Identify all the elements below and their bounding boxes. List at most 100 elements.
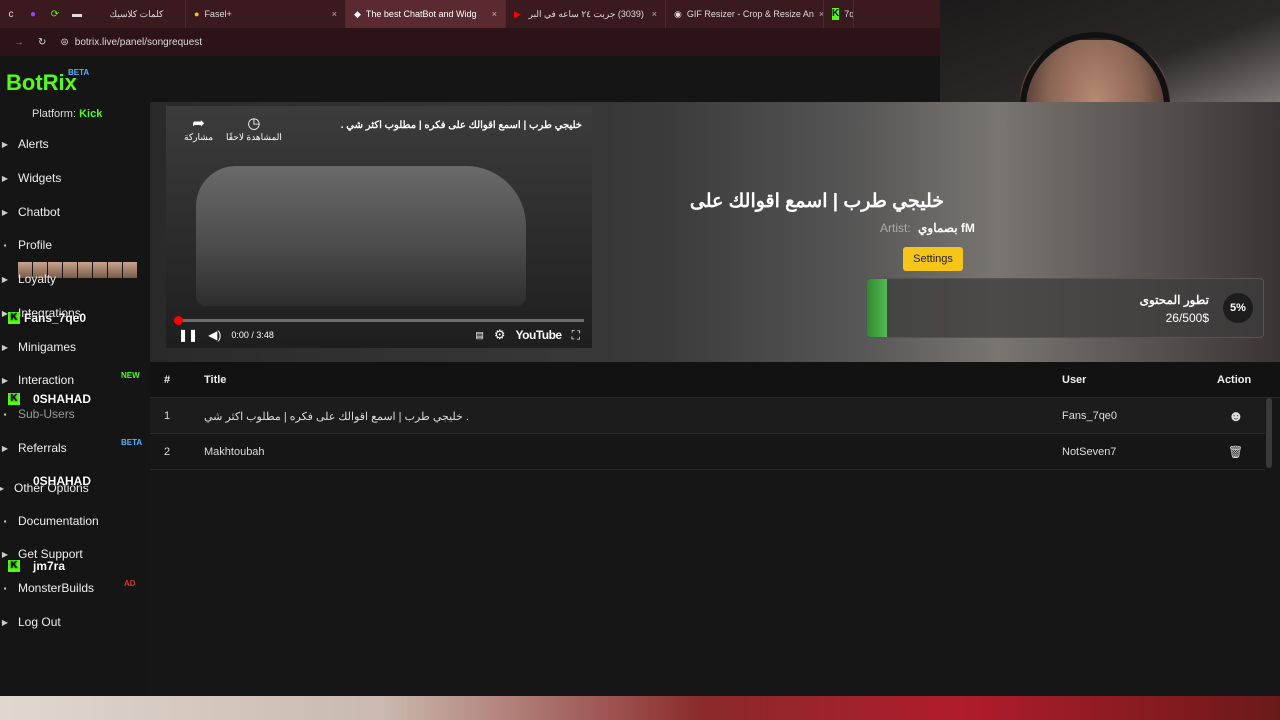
close-icon[interactable]: × — [652, 9, 657, 19]
video-title[interactable]: خليجي طرب | اسمع اقوالك على فكره | مطلوب… — [341, 120, 582, 131]
gif-tab-icon: ◉ — [674, 8, 682, 19]
chat-username: 0SHAHAD — [33, 392, 92, 406]
sidebar-item-label: Profile — [18, 238, 53, 252]
reload-icon[interactable]: ↻ — [38, 37, 46, 48]
stream-overlay-bottom — [0, 696, 1280, 720]
chevron-right-icon: ▶ — [1, 274, 9, 284]
sidebar-item-loyalty[interactable]: ▶ Loyalty — [0, 269, 148, 289]
kick-tab-icon: K — [832, 8, 840, 20]
pause-icon[interactable]: ❚❚ — [178, 328, 198, 342]
chevron-right-icon: ▶ — [1, 139, 9, 149]
sidebar-item-label: Chatbot — [18, 205, 61, 219]
tab-icon-c[interactable]: c — [0, 0, 22, 28]
beta-badge: BETA — [68, 68, 90, 77]
sidebar-item-label: Widgets — [18, 171, 62, 185]
table-header: # Title User Action — [150, 362, 1280, 398]
kick-icon: K — [8, 393, 20, 405]
chat-username: Fans_7qe0 — [24, 311, 87, 325]
settings-button[interactable]: Settings — [903, 247, 963, 271]
sidebar-item-label: Log Out — [18, 615, 61, 629]
chat-username: jm7ra — [33, 559, 66, 573]
volume-icon[interactable]: ◀) — [208, 328, 221, 342]
tab-title: GIF Resizer - Crop & Resize An — [686, 9, 814, 19]
browser-tab[interactable]: كلمات كلاسيك — [88, 0, 186, 28]
sidebar-item-label: Loyalty — [18, 272, 57, 286]
users-icon: ▪ — [3, 409, 7, 419]
table-scrollbar[interactable] — [1266, 398, 1272, 468]
user-icon: ▪ — [3, 240, 7, 250]
sidebar-item-label: Documentation — [18, 514, 99, 528]
player-controls: ❚❚ ◀) 0:00 / 3:48 ▤ ⚙ YouTube ⛶ — [166, 322, 592, 348]
sidebar-item-chatbot[interactable]: ▶ Chatbot — [0, 202, 148, 222]
tab-title: The best ChatBot and Widg — [365, 9, 477, 19]
close-icon[interactable]: × — [332, 9, 337, 19]
subtitles-icon[interactable]: ▤ — [475, 330, 484, 341]
botrix-tab-icon: ◆ — [354, 8, 361, 19]
fullscreen-icon[interactable]: ⛶ — [572, 328, 580, 343]
url-text[interactable]: botrix.live/panel/songrequest — [75, 37, 202, 48]
browser-tab-active[interactable]: ◆ The best ChatBot and Widg × — [346, 0, 506, 28]
browser-tab[interactable]: ◉ GIF Resizer - Crop & Resize An × — [666, 0, 824, 28]
watch-later-button[interactable]: ◷ المشاهدة لاحقًا — [226, 114, 282, 143]
clock-icon: ◷ — [247, 115, 261, 132]
chevron-right-icon: ▶ — [1, 443, 9, 453]
chevron-right-icon: ▶ — [1, 617, 9, 627]
platform-label: Platform: — [32, 108, 77, 120]
browser-tab[interactable]: ▶ (3039) جربت ٢٤ ساعه في البر لحا × — [506, 0, 666, 28]
sidebar-item-label: Alerts — [18, 137, 49, 151]
new-badge: NEW — [121, 371, 140, 380]
artist-value: بصماوي fM — [918, 221, 975, 235]
sidebar-item-minigames[interactable]: ▶ Minigames — [0, 337, 148, 357]
beta-badge: BETA — [121, 438, 143, 447]
chevron-right-icon: ▶ — [1, 549, 9, 559]
col-header-user: User — [1062, 374, 1087, 386]
chevron-right-icon: ▶ — [1, 375, 9, 385]
sidebar-item-log-out[interactable]: ▶ Log Out — [0, 612, 148, 632]
video-time: 0:00 / 3:48 — [231, 330, 274, 340]
browser-tab[interactable]: ● Fasel+ × — [186, 0, 346, 28]
tab-icon-twitch[interactable]: ● — [22, 0, 44, 28]
platform-indicator: Platform: Kick — [32, 108, 102, 120]
goal-title: تطور المحتوى — [1139, 293, 1209, 307]
song-title: خليجي طرب | اسمع اقوالك على فكره | مطلوب… — [684, 191, 944, 212]
doc-icon: ▪ — [3, 516, 7, 526]
chevron-right-icon: ▶ — [1, 342, 9, 352]
chat-message: K 0SHAHAD — [8, 392, 91, 406]
artist-info: Artist: بصماوي fM — [880, 221, 975, 235]
sidebar-item-alerts[interactable]: ▶ Alerts — [0, 134, 148, 154]
artist-label: Artist: — [880, 221, 911, 235]
goal-percent: 5% — [1223, 293, 1253, 323]
video-frame — [196, 166, 526, 306]
close-icon[interactable]: × — [492, 9, 497, 19]
youtube-player[interactable]: خليجي طرب | اسمع اقوالك على فكره | مطلوب… — [166, 106, 592, 348]
sidebar-item-label: Referrals — [18, 441, 67, 455]
tab-icon-window[interactable]: ▬ — [66, 0, 88, 28]
botrix-logo[interactable]: BotRix — [6, 70, 77, 96]
col-header-action: Action — [1217, 374, 1252, 386]
sidebar-item-documentation[interactable]: ▪ Documentation — [0, 511, 148, 531]
donation-goal-widget: تطور المحتوى 26/500$ 5% — [866, 278, 1264, 338]
sidebar-item-sub-users[interactable]: ▪ Sub-Users — [0, 404, 148, 424]
youtube-logo[interactable]: YouTube — [516, 328, 563, 342]
browser-tab[interactable]: K 7qe — [824, 0, 854, 28]
lightbulb-icon: ● — [194, 9, 200, 19]
browser-tab-bar: c ● ⟳ ▬ كلمات كلاسيك ● Fasel+ × ◆ The be… — [0, 0, 940, 28]
gear-icon[interactable]: ⚙ — [494, 327, 506, 343]
tab-icon-refresh[interactable]: ⟳ — [44, 0, 66, 28]
link-icon: ▪ — [3, 583, 7, 593]
sidebar-item-profile[interactable]: ▪ Profile — [0, 235, 148, 255]
tab-title: (3039) جربت ٢٤ ساعه في البر لحا — [526, 8, 644, 19]
site-info-icon[interactable]: ⊜ — [60, 37, 68, 48]
row-num: 1 — [164, 410, 171, 422]
avatar-icon[interactable]: ☻ — [1228, 398, 1244, 434]
table-row: 2 Makhtoubah NotSeven7 🗑 — [150, 434, 1265, 470]
share-button[interactable]: ➦ مشاركة — [184, 114, 213, 143]
forward-icon[interactable]: → — [14, 37, 24, 48]
trash-icon[interactable]: 🗑 — [1228, 434, 1243, 470]
row-user: NotSeven7 — [1062, 446, 1117, 458]
kick-icon: K — [8, 560, 20, 572]
tab-title: Fasel+ — [204, 9, 232, 19]
chat-message: Kjm7ra — [8, 559, 65, 573]
sidebar-item-widgets[interactable]: ▶ Widgets — [0, 168, 148, 188]
row-title: Makhtoubah — [204, 446, 265, 458]
